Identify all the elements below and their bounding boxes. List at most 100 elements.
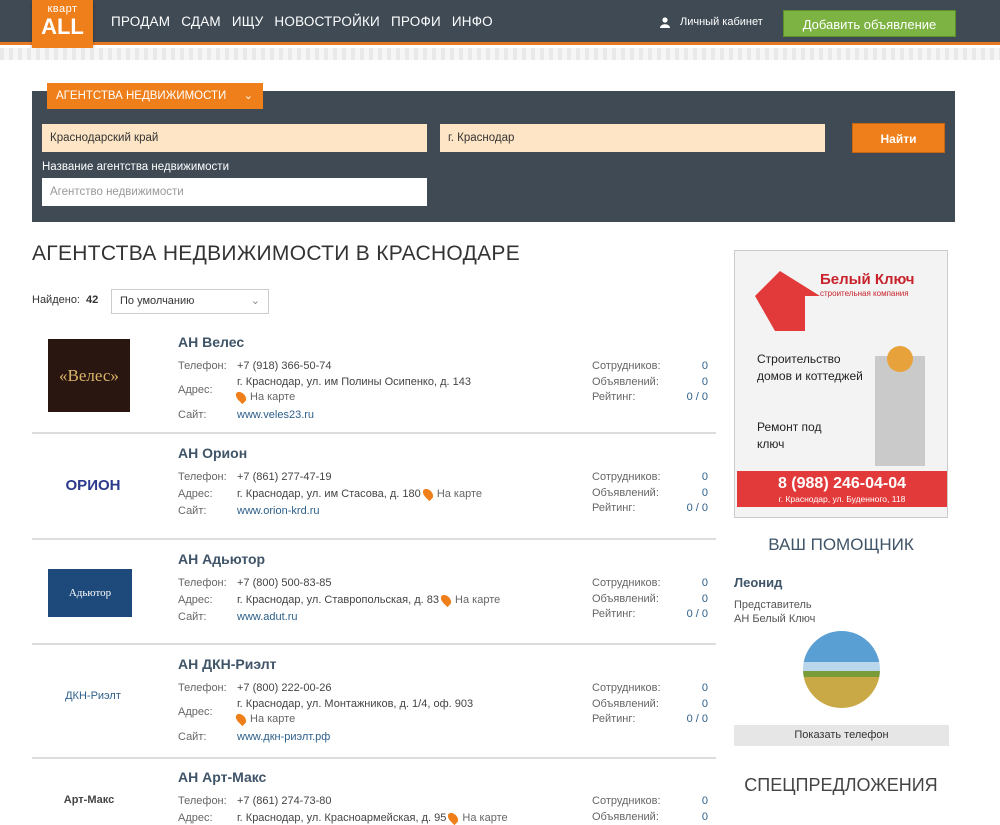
phone-value: +7 (861) 274-73-80	[237, 795, 332, 807]
ads-value[interactable]: 0	[686, 593, 708, 605]
agency-logo[interactable]: «Велес»	[48, 339, 130, 412]
agency-logo[interactable]: ДКН-Риэлт	[48, 681, 138, 711]
address-row: г. Краснодар, ул. им Стасова, д. 180 На …	[237, 487, 483, 502]
address-label: Адрес:	[178, 706, 213, 718]
region-field[interactable]: Краснодарский край	[42, 124, 427, 152]
agency-card: «Велес» АН Велес Телефон: +7 (918) 366-5…	[32, 325, 716, 434]
address-value: г. Краснодар, ул. Монтажников, д. 1/4, о…	[237, 698, 474, 710]
chevron-down-icon: ⌄	[243, 90, 253, 102]
agency-name[interactable]: АН Велес	[178, 334, 244, 350]
map-link-label: На карте	[462, 812, 508, 824]
helper-name[interactable]: Леонид	[734, 575, 782, 590]
agency-name[interactable]: АН ДКН-Риэлт	[178, 656, 276, 672]
rating-label: Рейтинг:	[592, 608, 636, 620]
sort-select[interactable]: По умолчанию ⌄	[111, 289, 269, 314]
map-link[interactable]: На карте	[438, 593, 500, 608]
page-title: АГЕНТСТВА НЕДВИЖИМОСТИ В КРАСНОДАРЕ	[32, 242, 521, 265]
phone-label: Телефон:	[178, 577, 227, 589]
agency-logo[interactable]: Адьютор	[48, 569, 132, 617]
employees-label: Сотрудников:	[592, 471, 661, 483]
helper-role: Представитель АН Белый Ключ	[734, 598, 815, 626]
show-phone-button[interactable]: Показать телефон	[734, 725, 949, 746]
nav-pros[interactable]: ПРОФИ	[391, 14, 441, 29]
site-link[interactable]: www.adut.ru	[237, 611, 298, 623]
employees-value[interactable]: 0	[686, 360, 708, 372]
map-link[interactable]: На карте	[420, 487, 483, 502]
top-header: кварт ALL ПРОДАМ СДАМ ИЩУ НОВОСТРОЙКИ ПР…	[0, 0, 1000, 52]
address-row: г. Краснодар, ул. Ставропольская, д. 83 …	[237, 593, 500, 608]
sort-value: По умолчанию	[120, 295, 195, 307]
site-link[interactable]: www.orion-krd.ru	[237, 505, 320, 517]
map-pin-icon	[420, 487, 435, 502]
ads-value[interactable]: 0	[686, 487, 708, 499]
map-pin-icon	[446, 811, 461, 825]
nav-sell[interactable]: ПРОДАМ	[111, 14, 170, 29]
employees-label: Сотрудников:	[592, 360, 661, 372]
phone-label: Телефон:	[178, 682, 227, 694]
banner-brand: Белый Ключ	[820, 271, 915, 288]
employees-label: Сотрудников:	[592, 682, 661, 694]
phone-label: Телефон:	[178, 795, 227, 807]
add-listing-button[interactable]: Добавить объявление	[783, 10, 956, 37]
agency-name[interactable]: АН Орион	[178, 445, 247, 461]
agency-card: ОРИОН АН Орион Телефон: +7 (861) 277-47-…	[32, 436, 716, 540]
address-value: г. Краснодар, ул. Ставропольская, д. 83	[237, 594, 439, 606]
map-link-label: На карте	[436, 488, 483, 500]
site-link[interactable]: www.дкн-риэлт.рф	[237, 731, 330, 743]
banner-text-repair: Ремонт под ключ	[757, 420, 822, 451]
ads-label: Объявлений:	[592, 698, 659, 710]
address-label: Адрес:	[178, 488, 213, 500]
agency-name-input[interactable]: Агентство недвижимости	[42, 178, 427, 206]
employees-label: Сотрудников:	[592, 577, 661, 589]
agency-name[interactable]: АН Адьютор	[178, 551, 265, 567]
helper-title: ВАШ ПОМОЩНИК	[768, 535, 914, 554]
address-value: г. Краснодар, ул. им Стасова, д. 180	[237, 488, 421, 500]
helper-role-title: Представитель	[734, 599, 812, 611]
ads-label: Объявлений:	[592, 487, 659, 499]
phone-value: +7 (800) 500-83-85	[237, 577, 332, 589]
category-label: АГЕНТСТВА НЕДВИЖИМОСТИ	[56, 90, 227, 102]
nav-rent[interactable]: СДАМ	[181, 14, 221, 29]
category-dropdown[interactable]: АГЕНТСТВА НЕДВИЖИМОСТИ ⌄	[47, 83, 263, 109]
banner-address: г. Краснодар, ул. Буденного, 118	[778, 494, 906, 504]
map-link-label: На карте	[250, 713, 296, 725]
agency-logo[interactable]: ОРИОН	[48, 460, 138, 510]
find-button[interactable]: Найти	[852, 123, 945, 153]
employees-label: Сотрудников:	[592, 795, 661, 807]
map-pin-icon	[233, 390, 249, 405]
agency-name[interactable]: АН Арт-Макс	[178, 769, 266, 785]
map-link[interactable]: На карте	[233, 390, 296, 405]
address-row: г. Краснодар, ул. Красноармейская, д. 95…	[237, 811, 508, 825]
agency-card: ДКН-Риэлт АН ДКН-Риэлт Телефон: +7 (800)…	[32, 647, 716, 759]
found-number: 42	[86, 294, 99, 306]
rating-value: 0 / 0	[686, 608, 708, 620]
cabinet-link[interactable]: Личный кабинет	[660, 16, 763, 28]
cabinet-label: Личный кабинет	[680, 16, 763, 28]
ads-value[interactable]: 0	[686, 811, 708, 823]
map-link[interactable]: На карте	[446, 811, 508, 825]
logo-main-text: ALL	[41, 14, 84, 39]
banner-brand-sub: строительная компания	[820, 289, 909, 298]
site-logo[interactable]: кварт ALL	[32, 0, 93, 52]
special-offers-title: СПЕЦПРЕДЛОЖЕНИЯ	[744, 775, 938, 795]
nav-info[interactable]: ИНФО	[452, 14, 493, 29]
phone-value: +7 (800) 222-00-26	[237, 682, 332, 694]
helper-company: АН Белый Ключ	[734, 613, 816, 625]
employees-value[interactable]: 0	[686, 471, 708, 483]
employees-value[interactable]: 0	[686, 795, 708, 807]
ads-value[interactable]: 0	[686, 698, 708, 710]
ad-banner[interactable]: Белый Ключ строительная компания Строите…	[734, 250, 948, 518]
map-pin-icon	[233, 712, 249, 727]
address-label: Адрес:	[178, 384, 213, 396]
site-link[interactable]: www.veles23.ru	[237, 409, 314, 421]
ads-value[interactable]: 0	[686, 376, 708, 388]
main-nav: ПРОДАМ СДАМ ИЩУ НОВОСТРОЙКИ ПРОФИ ИНФО	[111, 14, 504, 29]
employees-value[interactable]: 0	[686, 577, 708, 589]
nav-search[interactable]: ИЩУ	[232, 14, 264, 29]
nav-new-buildings[interactable]: НОВОСТРОЙКИ	[274, 14, 380, 29]
city-field[interactable]: г. Краснодар	[440, 124, 825, 152]
employees-value[interactable]: 0	[686, 682, 708, 694]
map-link[interactable]: На карте	[233, 712, 296, 727]
phone-value: +7 (918) 366-50-74	[237, 360, 332, 372]
map-link-label: На карте	[250, 391, 296, 403]
